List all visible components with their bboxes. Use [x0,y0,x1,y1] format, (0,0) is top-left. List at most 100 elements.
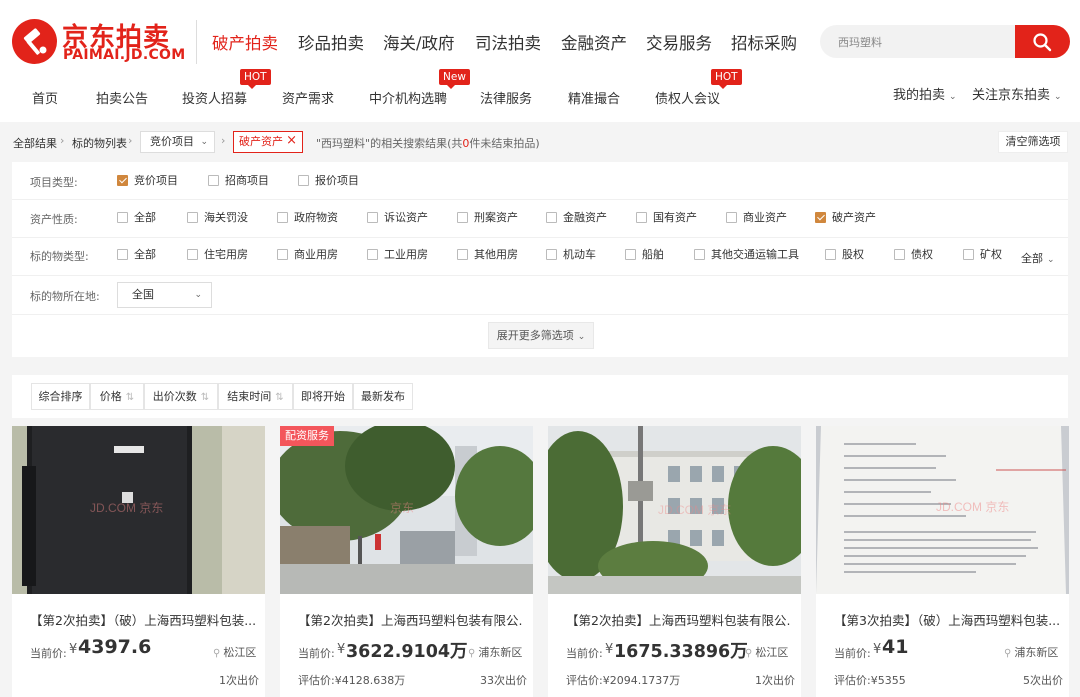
close-icon[interactable]: × [286,131,297,151]
option-quote-project[interactable]: 报价项目 [298,174,359,188]
auction-card[interactable]: JD.COM 京东 【第3次拍卖】（破）上海西玛塑料包装... 当前价: ¥ 4… [816,426,1069,697]
checkbox [636,212,647,223]
logo-divider [196,20,197,64]
sort-bid-count-button[interactable]: 出价次数 ⇅ [144,383,218,410]
checkbox [726,212,737,223]
sub-nav-investor[interactable]: 投资人招募 [182,88,247,107]
option-financial-assets[interactable]: 金融资产 [546,211,607,225]
sub-nav-creditor-meeting[interactable]: 债权人会议 [655,88,720,107]
main-nav-trade-service[interactable]: 交易服务 [646,30,712,54]
card-title[interactable]: 【第2次拍卖】上海西玛塑料包装有限公... [298,610,523,629]
item-photo-document[interactable]: JD.COM 京东 [816,426,1069,594]
follow-menu[interactable]: 关注京东拍卖 ⌄ [972,84,1062,103]
current-price: 41 [882,636,909,658]
option-label: 住宅用房 [204,248,248,261]
sort-default-button[interactable]: 综合排序 [31,383,90,410]
sort-label: 价格 [99,390,122,403]
card-title[interactable]: 【第2次拍卖】（破）上海西玛塑料包装... [30,610,255,629]
sort-price-button[interactable]: 价格 ⇅ [90,383,144,410]
chevron-right-icon: › [128,134,133,147]
sub-nav-agency[interactable]: 中介机构选聘 [369,88,447,107]
row-divider [12,199,1068,200]
option-label: 机动车 [563,248,596,261]
option-customs-confiscated[interactable]: 海关罚没 [187,211,248,225]
option-mining-rights[interactable]: 矿权 [963,248,1002,262]
sub-nav-home[interactable]: 首页 [32,88,58,107]
option-creditor-rights[interactable]: 债权 [894,248,933,262]
option-criminal-assets[interactable]: 刑案资产 [457,211,518,225]
chevron-down-icon: ⌄ [194,290,202,300]
chevron-down-icon: ⌄ [1054,92,1062,102]
option-residential[interactable]: 住宅用房 [187,248,248,262]
item-type-more-toggle[interactable]: 全部 ⌄ [1021,250,1055,266]
option-other-building[interactable]: 其他用房 [457,248,518,262]
option-government-goods[interactable]: 政府物资 [277,211,338,225]
checkbox [457,212,468,223]
option-other-transport[interactable]: 其他交通运输工具 [694,248,799,262]
checkbox [187,249,198,260]
option-litigation-assets[interactable]: 诉讼资产 [367,211,428,225]
option-bidding-project[interactable]: 竞价项目 [117,174,178,188]
sort-upcoming-button[interactable]: 即将开始 [293,383,353,410]
main-nav-bankruptcy[interactable]: 破产拍卖 [212,30,278,54]
sort-end-time-button[interactable]: 结束时间 ⇅ [218,383,293,410]
card-title[interactable]: 【第3次拍卖】（破）上海西玛塑料包装... [834,610,1059,629]
main-nav-treasure[interactable]: 珍品拍卖 [298,30,364,54]
sub-nav-demand[interactable]: 资产需求 [282,88,334,107]
option-state-assets[interactable]: 国有资产 [636,211,697,225]
breadcrumb-list[interactable]: 标的物列表 [72,135,127,151]
breadcrumb-filter-tag[interactable]: 破产资产 × [233,131,303,153]
auction-card[interactable]: JD.COM 京东 【第2次拍卖】（破）上海西玛塑料包装... 当前价: ¥ 4… [12,426,265,697]
chevron-right-icon: › [60,134,65,147]
sub-nav-matching[interactable]: 精准撮合 [568,88,620,107]
option-commercial-building[interactable]: 商业用房 [277,248,338,262]
location-pin-icon: ⚲ [468,648,476,659]
option-ship[interactable]: 船舶 [625,248,664,262]
clear-filters-button[interactable]: 清空筛选项 [998,131,1068,153]
price-label: 当前价: [298,647,335,660]
main-nav-procurement[interactable]: 招标采购 [731,30,797,54]
option-asset-all[interactable]: 全部 [117,211,156,225]
item-photo-building[interactable]: JD.COM 京东 [548,426,801,594]
option-label: 其他交通运输工具 [711,248,799,261]
expand-filters-button[interactable]: 展开更多筛选项 ⌄ [488,322,594,349]
search-button[interactable] [1015,25,1070,58]
search-input[interactable] [838,34,1008,50]
bid-count: 1次出价 [219,674,259,687]
bid-count: 1次出价 [755,674,795,687]
checkbox [457,249,468,260]
main-nav-customs[interactable]: 海关/政府 [383,30,455,54]
option-industrial-building[interactable]: 工业用房 [367,248,428,262]
price-label: 当前价: [30,647,67,660]
financing-service-badge: 配资服务 [280,426,334,446]
main-nav-finance[interactable]: 金融资产 [561,30,627,54]
expand-label: 展开更多筛选项 [496,329,574,342]
item-photo-factory-gate[interactable]: 京东 [280,426,533,594]
option-motor-vehicle[interactable]: 机动车 [546,248,596,262]
location-select[interactable]: 全国 ⌄ [117,282,212,308]
auction-card[interactable]: JD.COM 京东 【第2次拍卖】上海西玛塑料包装有限公... 当前价: ¥ 1… [548,426,801,697]
option-equity[interactable]: 股权 [825,248,864,262]
item-photo-scanner[interactable]: JD.COM 京东 [12,426,265,594]
main-nav-judicial[interactable]: 司法拍卖 [475,30,541,54]
jd-paimai-logo[interactable]: 京东拍卖 PAIMAI.JD.COM [12,19,187,67]
card-title[interactable]: 【第2次拍卖】上海西玛塑料包装有限公... [566,610,791,629]
option-label: 商业用房 [294,248,338,261]
option-bankruptcy-assets[interactable]: 破产资产 [815,211,876,225]
sort-label: 即将开始 [301,390,345,403]
sub-nav-announcement[interactable]: 拍卖公告 [96,88,148,107]
hot-badge: HOT [240,69,271,89]
breadcrumb-all[interactable]: 全部结果 [13,135,57,151]
option-investment-project[interactable]: 招商项目 [208,174,269,188]
sort-newest-button[interactable]: 最新发布 [353,383,413,410]
sub-nav-legal[interactable]: 法律服务 [480,88,532,107]
option-commercial-assets[interactable]: 商业资产 [726,211,787,225]
breadcrumb-project-select[interactable]: 竞价项目 ⌄ [140,131,215,153]
checkbox [625,249,636,260]
auction-card[interactable]: 京东 配资服务 【第2次拍卖】上海西玛塑料包装有限公... 当前价: ¥ 362… [280,426,533,697]
location-label: 松江区 [223,646,257,659]
item-location: ⚲ 松江区 [213,644,256,660]
option-label: 竞价项目 [134,174,178,187]
my-auction-menu[interactable]: 我的拍卖 ⌄ [893,84,957,103]
option-type-all[interactable]: 全部 [117,248,156,262]
